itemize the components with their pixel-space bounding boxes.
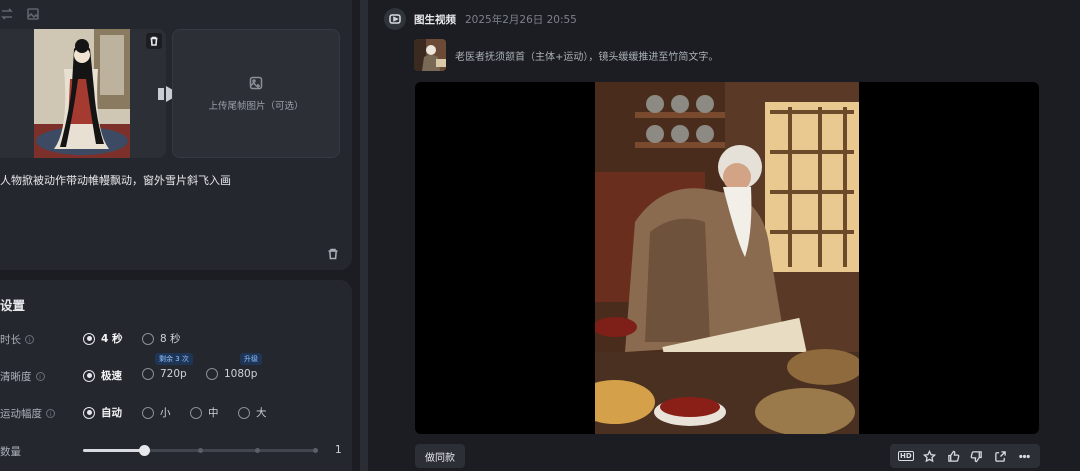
slider-fill: [83, 449, 145, 452]
trash-icon: [328, 248, 338, 260]
duration-option-8s[interactable]: 8 秒: [142, 331, 181, 346]
clarity-option-1080p[interactable]: 1080p: [206, 368, 257, 380]
message-prompt: 老医者抚须颔首（主体+运动），镜头缓缓推进至竹简文字。: [455, 52, 719, 63]
message-time: 2025年2月26日 20:55: [465, 14, 577, 26]
thumbs-up-icon: [947, 450, 960, 462]
slider-step: [255, 448, 260, 453]
clarity-option-label: 极速: [101, 370, 122, 382]
more-button[interactable]: [1016, 448, 1032, 464]
motion-label: 运动幅度 i: [0, 406, 55, 421]
thumbs-down-icon: [970, 450, 983, 462]
source-image-thumbnail[interactable]: [414, 39, 446, 71]
first-frame-slot[interactable]: [0, 29, 166, 158]
quantity-label: 数量: [0, 444, 21, 459]
slider-step: [198, 448, 203, 453]
motion-label-text: 运动幅度: [0, 408, 42, 420]
motion-option-medium[interactable]: 中: [190, 405, 219, 420]
remaining-badge: 剩余 3 次: [155, 353, 193, 365]
clarity-option-label: 720p: [160, 368, 187, 380]
more-icon: [1018, 454, 1030, 458]
first-frame-image: [34, 29, 130, 158]
duration-label-text: 时长: [0, 334, 21, 346]
radio-icon: [142, 406, 154, 419]
radio-icon: [238, 406, 250, 419]
quantity-value: 1: [335, 444, 342, 456]
radio-icon: [142, 332, 154, 345]
duration-label: 时长 i: [0, 332, 34, 347]
duration-option-4s[interactable]: 4 秒: [83, 331, 122, 346]
motion-option-auto[interactable]: 自动: [83, 405, 122, 420]
slider-step: [313, 448, 318, 453]
duration-option-label: 8 秒: [160, 333, 181, 345]
clarity-label-text: 清晰度: [0, 371, 32, 383]
star-icon: [922, 449, 936, 462]
quantity-label-text: 数量: [0, 446, 21, 458]
duration-option-label: 4 秒: [101, 333, 123, 345]
motion-option-label: 自动: [101, 407, 122, 419]
prompt-text[interactable]: 人物掀被动作带动帷幔飘动，窗外雪片斜飞入画: [0, 172, 231, 188]
result-panel: 图生视频 2025年2月26日 20:55 老医者抚须颔首（主体+运动），镜头缓…: [370, 0, 1080, 471]
radio-icon: [206, 368, 218, 380]
motion-option-large[interactable]: 大: [238, 405, 267, 420]
slider-thumb[interactable]: [139, 445, 150, 456]
favorite-button[interactable]: [921, 448, 937, 464]
swap-icon[interactable]: [0, 6, 14, 25]
clear-prompt-button[interactable]: [327, 245, 341, 260]
upgrade-badge[interactable]: 升级: [240, 353, 262, 365]
video-avatar-icon: [384, 8, 406, 30]
left-panel: 上传尾帧图片（可选） 人物掀被动作带动帷幔飘动，窗外雪片斜飞入画 设置 时长 i…: [0, 0, 352, 471]
info-icon[interactable]: i: [35, 372, 45, 381]
result-action-bar: HD: [890, 444, 1040, 468]
frame-toolbar: [0, 6, 40, 25]
radio-selected-icon: [83, 332, 95, 345]
video-frame-image: [595, 82, 859, 434]
radio-selected-icon: [83, 369, 95, 382]
make-same-button[interactable]: 做同款: [415, 444, 465, 468]
clarity-option-720p[interactable]: 720p: [142, 368, 187, 380]
motion-option-label: 中: [208, 407, 219, 419]
like-button[interactable]: [945, 448, 961, 464]
hd-button[interactable]: HD: [897, 448, 914, 464]
trash-icon: [150, 36, 158, 46]
image-icon[interactable]: [26, 6, 40, 25]
dislike-button[interactable]: [969, 448, 985, 464]
message-title: 图生视频: [414, 14, 456, 26]
radio-selected-icon: [83, 406, 95, 419]
motion-option-label: 小: [160, 407, 171, 419]
upload-image-icon: [249, 76, 263, 89]
panel-divider[interactable]: [360, 0, 368, 471]
clarity-label: 清晰度 i: [0, 369, 45, 384]
share-icon: [995, 450, 1006, 462]
settings-title: 设置: [0, 298, 26, 313]
radio-icon: [190, 406, 202, 419]
motion-option-small[interactable]: 小: [142, 405, 171, 420]
radio-icon: [142, 368, 154, 380]
last-frame-upload[interactable]: 上传尾帧图片（可选）: [172, 29, 340, 158]
clarity-option-label: 1080p: [224, 368, 258, 380]
share-button[interactable]: [992, 448, 1008, 464]
motion-option-label: 大: [256, 407, 267, 419]
info-icon[interactable]: i: [46, 409, 55, 418]
hd-icon: HD: [897, 451, 914, 461]
clarity-option-fast[interactable]: 极速: [83, 368, 122, 383]
upload-last-frame-label: 上传尾帧图片（可选）: [208, 100, 304, 112]
delete-first-frame-button[interactable]: [146, 33, 162, 49]
info-icon[interactable]: i: [25, 335, 34, 344]
quantity-slider[interactable]: [83, 445, 318, 456]
video-player[interactable]: [415, 82, 1039, 434]
